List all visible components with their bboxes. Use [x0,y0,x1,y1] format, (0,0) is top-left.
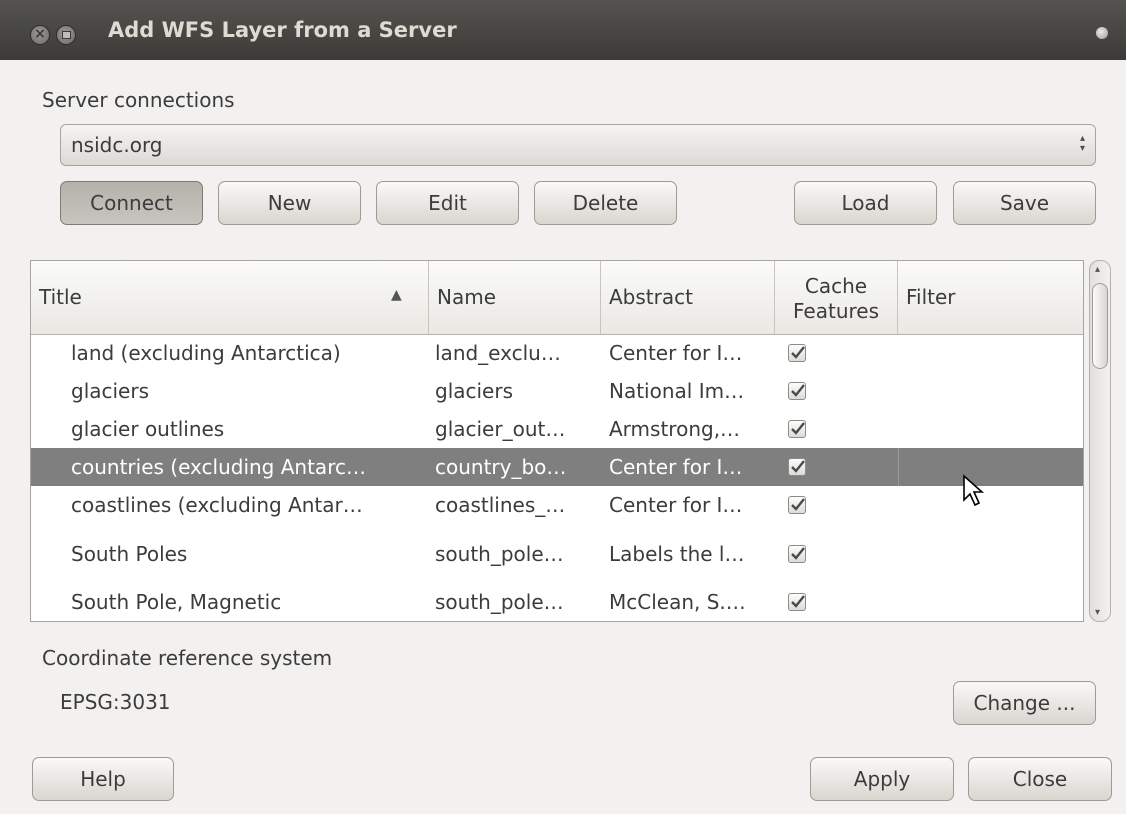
table-row[interactable]: coastlines (excluding Antar… coastlines_…… [31,486,1083,524]
updown-arrows-icon: ▴ ▾ [1079,133,1085,154]
cache-features-checkbox[interactable] [788,496,806,514]
table-scrollbar[interactable]: ▴ ▾ [1089,260,1111,622]
server-connection-select[interactable]: nsidc.org ▴ ▾ [60,124,1096,166]
table-row[interactable]: land (excluding Antarctica) land_exclu… Ce… [31,334,1083,372]
cell-abstract: Center for I… [609,341,743,365]
column-header-title[interactable]: Title ▲ [31,261,429,334]
cell-abstract: Labels the l… [609,542,745,566]
close-window-icon[interactable]: × [30,25,50,45]
cell-name: coastlines_… [435,493,566,517]
column-header-name[interactable]: Name [429,261,601,334]
cell-abstract: McClean, S.… [609,590,746,614]
new-button[interactable]: New [218,181,361,225]
server-connections-label: Server connections [42,88,235,112]
window-title: Add WFS Layer from a Server [108,18,457,42]
column-header-cache-features[interactable]: Cache Features [775,261,898,334]
table-row[interactable]: South Poles south_pole… Labels the l… [31,535,1083,573]
cache-features-checkbox[interactable] [788,458,806,476]
server-connection-value: nsidc.org [71,133,163,157]
cell-title: coastlines (excluding Antar… [71,493,363,517]
cell-name: land_exclu… [435,341,561,365]
cell-name: glaciers [435,379,514,403]
cache-features-checkbox[interactable] [788,593,806,611]
table-row[interactable]: glacier outlines glacier_out… Armstrong,… [31,410,1083,448]
cell-name: glacier_out… [435,417,566,441]
cell-abstract: National Im… [609,379,745,403]
cell-title: glaciers [71,379,150,403]
load-button[interactable]: Load [794,181,937,225]
crs-label: Coordinate reference system [42,646,333,670]
cell-abstract: Center for I… [609,455,743,479]
crs-value: EPSG:3031 [60,690,171,714]
connect-button[interactable]: Connect [60,181,203,225]
cache-features-checkbox[interactable] [788,344,806,362]
cache-features-checkbox[interactable] [788,420,806,438]
apply-button[interactable]: Apply [810,757,954,801]
scrollbar-thumb[interactable] [1092,283,1108,369]
window-menu-icon[interactable] [1096,27,1108,39]
sort-ascending-icon: ▲ [391,287,402,303]
cell-title: South Pole, Magnetic [71,590,282,614]
cache-features-checkbox[interactable] [788,545,806,563]
cell-name: south_pole… [435,590,564,614]
table-row[interactable]: glaciers glaciers National Im… [31,372,1083,410]
cell-title: South Poles [71,542,188,566]
table-row[interactable]: South Pole, Magnetic south_pole… McClean, … [31,583,1083,621]
help-button[interactable]: Help [32,757,174,801]
close-button[interactable]: Close [968,757,1112,801]
column-header-abstract[interactable]: Abstract [601,261,775,334]
title-bar: × Add WFS Layer from a Server [0,0,1126,60]
maximize-window-icon[interactable] [56,25,76,45]
cell-title: land (excluding Antarctica) [71,341,341,365]
table-header: Title ▲ Name Abstract Cache Features Filt… [31,261,1083,335]
add-wfs-layer-dialog: × Add WFS Layer from a Server Server con… [0,0,1126,814]
cell-abstract: Center for I… [609,493,743,517]
layers-table: Title ▲ Name Abstract Cache Features Filt… [30,260,1084,622]
cache-features-checkbox[interactable] [788,382,806,400]
cell-title: glacier outlines [71,417,225,441]
mouse-pointer-icon [963,474,985,507]
save-button[interactable]: Save [953,181,1096,225]
edit-button[interactable]: Edit [376,181,519,225]
scroll-up-icon[interactable]: ▴ [1095,264,1100,275]
cell-name: country_bo… [435,455,567,479]
cell-name: south_pole… [435,542,564,566]
column-header-filter[interactable]: Filter [898,261,1083,334]
selection-cell-divider [898,448,899,486]
table-row[interactable]: countries (excluding Antarc… country_bo… C… [31,448,1083,486]
delete-button[interactable]: Delete [534,181,677,225]
cell-title: countries (excluding Antarc… [71,455,366,479]
scroll-down-icon[interactable]: ▾ [1095,607,1100,618]
change-crs-button[interactable]: Change ... [953,681,1096,725]
cell-abstract: Armstrong,… [609,417,741,441]
